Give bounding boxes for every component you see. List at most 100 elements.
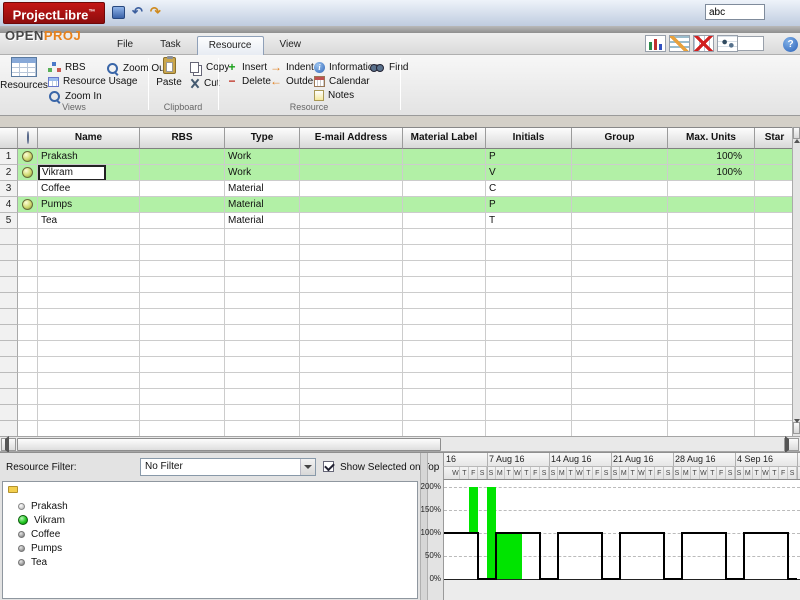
cell-group[interactable] xyxy=(572,421,668,436)
cell-max_units[interactable] xyxy=(668,341,755,357)
row-number-cell[interactable] xyxy=(0,245,18,261)
cell-group[interactable] xyxy=(572,405,668,421)
scroll-right-button[interactable] xyxy=(784,438,799,451)
cell-max_units[interactable] xyxy=(668,309,755,325)
cell-type[interactable]: Material xyxy=(225,213,300,229)
row-number-cell[interactable] xyxy=(0,389,18,405)
cell-email[interactable] xyxy=(300,341,403,357)
cell-max_units[interactable] xyxy=(668,389,755,405)
cell-email[interactable] xyxy=(300,197,403,213)
cell-email[interactable] xyxy=(300,325,403,341)
cell-rbs[interactable] xyxy=(140,213,225,229)
corner-header-cell[interactable] xyxy=(0,128,18,149)
cell-material[interactable] xyxy=(403,165,486,181)
cell-email[interactable] xyxy=(300,213,403,229)
cell-type[interactable]: Material xyxy=(225,197,300,213)
cell-max_units[interactable] xyxy=(668,421,755,436)
cell-rbs[interactable] xyxy=(140,165,225,181)
row-number-cell[interactable] xyxy=(0,325,18,341)
cell-material[interactable] xyxy=(403,373,486,389)
cell-name[interactable]: Coffee xyxy=(38,181,140,197)
save-icon[interactable] xyxy=(112,6,125,19)
cell-rbs[interactable] xyxy=(140,325,225,341)
cell-group[interactable] xyxy=(572,229,668,245)
cell-rbs[interactable] xyxy=(140,309,225,325)
cell-initials[interactable] xyxy=(486,357,572,373)
cell-email[interactable] xyxy=(300,421,403,436)
cell-initials[interactable] xyxy=(486,229,572,245)
cell-initials[interactable] xyxy=(486,341,572,357)
cell-start[interactable] xyxy=(755,373,792,389)
cell-initials[interactable] xyxy=(486,421,572,436)
horizontal-scrollbar[interactable] xyxy=(0,436,800,452)
cell-initials[interactable] xyxy=(486,261,572,277)
cell-material[interactable] xyxy=(403,245,486,261)
cell-name[interactable] xyxy=(38,405,140,421)
cell-name[interactable] xyxy=(38,245,140,261)
cell-initials[interactable]: P xyxy=(486,149,572,165)
column-header-start[interactable]: Star xyxy=(755,128,792,149)
cell-group[interactable] xyxy=(572,341,668,357)
cell-email[interactable] xyxy=(300,373,403,389)
cell-rbs[interactable] xyxy=(140,405,225,421)
cell-start[interactable] xyxy=(755,165,792,181)
cell-start[interactable] xyxy=(755,277,792,293)
cell-type[interactable] xyxy=(225,405,300,421)
cell-start[interactable] xyxy=(755,261,792,277)
row-number-cell[interactable]: 1 xyxy=(0,149,18,165)
scroll-left-button[interactable] xyxy=(1,438,16,451)
row-number-cell[interactable]: 2 xyxy=(0,165,18,181)
cell-initials[interactable]: C xyxy=(486,181,572,197)
cell-email[interactable] xyxy=(300,277,403,293)
cell-start[interactable] xyxy=(755,405,792,421)
cell-name[interactable] xyxy=(38,277,140,293)
cell-initials[interactable] xyxy=(486,373,572,389)
indicator-cell[interactable] xyxy=(18,213,38,229)
column-header-rbs[interactable]: RBS xyxy=(140,128,225,149)
indicator-cell[interactable] xyxy=(18,373,38,389)
resources-button[interactable]: Resources xyxy=(4,57,44,91)
cell-group[interactable] xyxy=(572,309,668,325)
cell-email[interactable] xyxy=(300,245,403,261)
cell-type[interactable]: Material xyxy=(225,181,300,197)
indicator-cell[interactable] xyxy=(18,261,38,277)
cell-max_units[interactable] xyxy=(668,213,755,229)
cell-rbs[interactable] xyxy=(140,261,225,277)
report-edit-icon[interactable] xyxy=(669,35,690,52)
column-header-email[interactable]: E-mail Address xyxy=(300,128,403,149)
cell-group[interactable] xyxy=(572,149,668,165)
column-header-initials[interactable]: Initials xyxy=(486,128,572,149)
row-number-cell[interactable] xyxy=(0,357,18,373)
resource-view-icon[interactable] xyxy=(717,35,738,52)
cell-max_units[interactable] xyxy=(668,373,755,389)
cell-group[interactable] xyxy=(572,357,668,373)
cell-rbs[interactable] xyxy=(140,197,225,213)
cell-start[interactable] xyxy=(755,197,792,213)
cell-material[interactable] xyxy=(403,213,486,229)
cell-material[interactable] xyxy=(403,181,486,197)
indicator-cell[interactable] xyxy=(18,181,38,197)
cell-name[interactable] xyxy=(38,229,140,245)
cell-group[interactable] xyxy=(572,261,668,277)
cell-email[interactable] xyxy=(300,389,403,405)
indicator-cell[interactable] xyxy=(18,309,38,325)
column-header-material[interactable]: Material Label xyxy=(403,128,486,149)
cell-max_units[interactable] xyxy=(668,181,755,197)
cell-material[interactable] xyxy=(403,197,486,213)
cell-name[interactable]: Pumps xyxy=(38,197,140,213)
cell-email[interactable] xyxy=(300,357,403,373)
cell-start[interactable] xyxy=(755,421,792,436)
cell-initials[interactable]: P xyxy=(486,197,572,213)
cell-group[interactable] xyxy=(572,277,668,293)
cell-type[interactable] xyxy=(225,357,300,373)
indicator-cell[interactable] xyxy=(18,325,38,341)
cell-initials[interactable] xyxy=(486,309,572,325)
histogram-view-icon[interactable] xyxy=(645,35,666,52)
cell-initials[interactable] xyxy=(486,389,572,405)
row-number-cell[interactable] xyxy=(0,309,18,325)
inline-cell-editor[interactable]: Vikram xyxy=(38,165,106,181)
cell-rbs[interactable] xyxy=(140,341,225,357)
cell-initials[interactable] xyxy=(486,293,572,309)
cell-start[interactable] xyxy=(755,149,792,165)
row-number-cell[interactable]: 3 xyxy=(0,181,18,197)
